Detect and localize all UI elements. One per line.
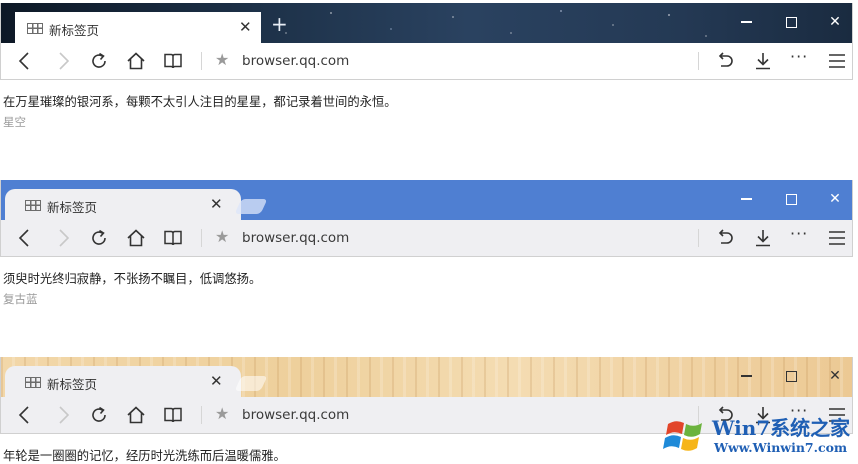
tab-title: 新标签页 xyxy=(47,200,98,215)
close-tab-icon[interactable]: ✕ xyxy=(239,18,252,36)
more-icon[interactable]: ··· xyxy=(790,224,808,243)
minimize-button[interactable] xyxy=(734,11,758,33)
close-tab-icon[interactable]: ✕ xyxy=(210,372,223,390)
windows-logo-icon xyxy=(663,421,702,451)
grid-icon xyxy=(25,200,41,211)
title-bar: 新标签页 ✕ ✕ xyxy=(1,357,852,397)
favorite-star-icon[interactable]: ★ xyxy=(215,50,229,69)
home-icon[interactable] xyxy=(126,228,146,248)
forward-icon[interactable] xyxy=(53,51,73,71)
reload-icon[interactable] xyxy=(89,51,109,71)
grid-icon xyxy=(25,377,41,388)
theme-description: 年轮是一圈圈的记忆，经历时光洗练而后温暖儒雅。 xyxy=(3,449,286,463)
theme-retro-blue: 新标签页 ✕ ✕ ★ browser.qq.com ··· 须臾时光终归寂静，不… xyxy=(0,180,853,306)
theme-name: 星空 xyxy=(3,115,26,129)
watermark-title: Win7系统之家 xyxy=(712,416,851,440)
maximize-button[interactable] xyxy=(779,188,803,210)
nav-bar: ★ browser.qq.com ··· xyxy=(1,43,852,79)
tab-new[interactable]: 新标签页 ✕ xyxy=(15,12,261,43)
reading-mode-icon[interactable] xyxy=(163,228,183,248)
undo-close-icon[interactable] xyxy=(715,228,735,248)
address-bar[interactable]: browser.qq.com xyxy=(242,407,349,423)
theme-starry: 新标签页 ✕ + ✕ ★ browser.qq.com ··· 在万星璀璨的银河… xyxy=(0,3,853,129)
download-icon[interactable] xyxy=(753,51,773,71)
new-tab-button[interactable] xyxy=(234,199,268,214)
tab-new[interactable]: 新标签页 ✕ xyxy=(5,366,241,397)
minimize-button[interactable] xyxy=(734,365,758,387)
nav-bar: ★ browser.qq.com ··· xyxy=(1,220,852,256)
home-icon[interactable] xyxy=(126,51,146,71)
address-bar[interactable]: browser.qq.com xyxy=(242,53,349,69)
close-window-button[interactable]: ✕ xyxy=(823,11,847,33)
reload-icon[interactable] xyxy=(89,228,109,248)
tab-title: 新标签页 xyxy=(49,23,100,38)
menu-icon[interactable] xyxy=(827,228,847,248)
close-window-button[interactable]: ✕ xyxy=(823,365,847,387)
back-icon[interactable] xyxy=(15,51,35,71)
favorite-star-icon[interactable]: ★ xyxy=(215,227,229,246)
forward-icon[interactable] xyxy=(53,405,73,425)
theme-name: 复古蓝 xyxy=(3,292,38,306)
tab-title: 新标签页 xyxy=(47,377,98,392)
title-bar: 新标签页 ✕ + ✕ xyxy=(1,3,852,43)
reading-mode-icon[interactable] xyxy=(163,405,183,425)
maximize-button[interactable] xyxy=(779,365,803,387)
theme-description: 在万星璀璨的银河系，每颗不太引人注目的星星，都记录着世间的永恒。 xyxy=(3,95,397,109)
grid-icon xyxy=(27,23,43,34)
close-window-button[interactable]: ✕ xyxy=(823,188,847,210)
forward-icon[interactable] xyxy=(53,228,73,248)
download-icon[interactable] xyxy=(753,228,773,248)
maximize-button[interactable] xyxy=(779,11,803,33)
separator xyxy=(201,52,202,70)
home-icon[interactable] xyxy=(126,405,146,425)
new-tab-button[interactable] xyxy=(234,376,268,391)
separator xyxy=(698,52,699,70)
tab-new[interactable]: 新标签页 ✕ xyxy=(5,189,241,220)
browser-preview: 新标签页 ✕ + ✕ ★ browser.qq.com ··· xyxy=(0,3,853,80)
close-tab-icon[interactable]: ✕ xyxy=(210,195,223,213)
address-bar[interactable]: browser.qq.com xyxy=(242,230,349,246)
reading-mode-icon[interactable] xyxy=(163,51,183,71)
watermark: Win7系统之家 Www.Winwin7.com xyxy=(662,406,858,463)
back-icon[interactable] xyxy=(15,405,35,425)
title-bar: 新标签页 ✕ ✕ xyxy=(1,180,852,220)
separator xyxy=(698,229,699,247)
reload-icon[interactable] xyxy=(89,405,109,425)
favorite-star-icon[interactable]: ★ xyxy=(215,404,229,423)
separator xyxy=(201,229,202,247)
browser-preview: 新标签页 ✕ ✕ ★ browser.qq.com ··· xyxy=(0,180,853,257)
minimize-button[interactable] xyxy=(734,188,758,210)
new-tab-button[interactable]: + xyxy=(271,14,288,34)
undo-close-icon[interactable] xyxy=(715,51,735,71)
watermark-url: Www.Winwin7.com xyxy=(714,440,848,455)
theme-description: 须臾时光终归寂静，不张扬不瞩目，低调悠扬。 xyxy=(3,272,262,286)
more-icon[interactable]: ··· xyxy=(790,47,808,66)
menu-icon[interactable] xyxy=(827,51,847,71)
back-icon[interactable] xyxy=(15,228,35,248)
separator xyxy=(201,406,202,424)
